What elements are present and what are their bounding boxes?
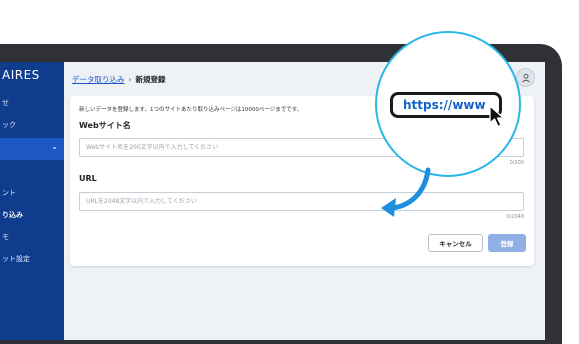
mouse-cursor-icon [489, 105, 505, 128]
zoom-callout [375, 31, 521, 217]
pointer-arrow-shaft [389, 167, 431, 211]
pointer-arrowhead [381, 198, 396, 217]
